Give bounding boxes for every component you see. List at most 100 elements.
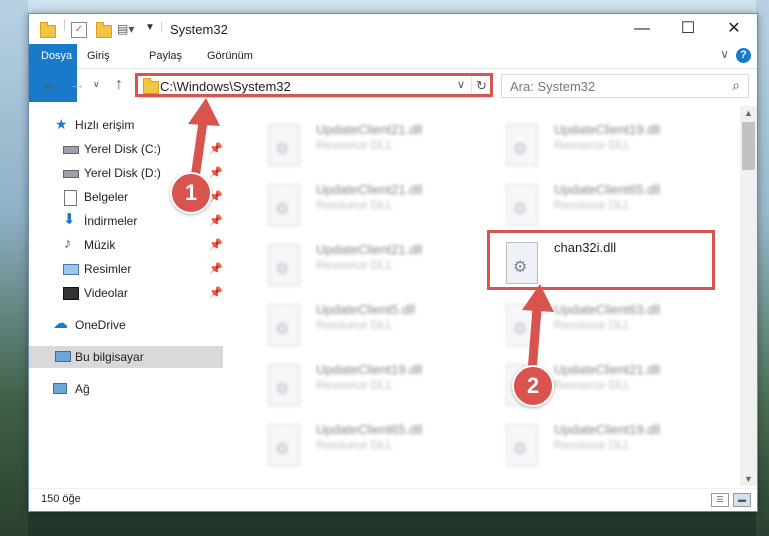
star-icon: ★ [55,116,68,132]
search-icon[interactable]: ⌕ [732,77,740,94]
pin-icon[interactable]: 📌 [209,210,223,232]
back-icon[interactable]: ← [41,76,57,94]
navigation-bar: ← → ∨ ↑ C:\Windows\System32 ∨ ↻ Ara: Sys… [29,69,757,103]
file-name: UpdateClient65.dll [316,422,423,437]
up-icon[interactable]: ↑ [115,76,123,94]
dll-file-icon [268,304,300,346]
desktop-background-left [0,0,28,536]
help-icon[interactable]: ? [736,48,751,63]
close-button[interactable]: ✕ [711,14,757,44]
search-placeholder: Ara: System32 [510,79,596,94]
nav-label: Bu bilgisayar [75,350,144,364]
nav-item-pictures[interactable]: Resimler 📌 [29,258,223,280]
recent-locations-icon[interactable]: ∨ [93,79,100,90]
music-icon: ♪ [64,235,72,252]
new-folder-icon[interactable] [95,21,112,38]
file-description: Resource DLL [316,258,393,272]
scroll-thumb[interactable] [742,122,755,170]
navigation-pane: ★ Hızlı erişim Yerel Disk (C:) 📌 Yerel D… [29,106,225,486]
computer-icon [55,351,71,362]
file-item[interactable]: UpdateClient19.dll Resource DLL [246,356,474,414]
file-item[interactable]: UpdateClient65.dll Resource DLL [484,176,712,234]
nav-label: İndirmeler [84,214,138,228]
tab-home[interactable]: Giriş [77,44,120,68]
file-item[interactable]: UpdateClient21.dll Resource DLL [246,176,474,234]
file-name: UpdateClient19.dll [554,122,661,137]
nav-network[interactable]: Ağ [29,378,223,400]
pin-icon[interactable]: 📌 [209,282,223,304]
dll-file-icon [506,124,538,166]
details-view-icon[interactable]: ☰ [711,493,729,507]
dll-file-icon [268,244,300,286]
pin-icon[interactable]: 📌 [209,138,223,160]
file-highlight [487,230,715,290]
dll-file-icon [268,364,300,406]
file-item[interactable]: UpdateClient5.dll Resource DLL [246,296,474,354]
file-item[interactable]: UpdateClient19.dll Resource DLL [484,416,712,474]
title-bar: | ✓ ▤▾ ▼ | System32 — ☐ ✕ [29,14,757,44]
properties-icon[interactable]: ✓ [71,22,87,38]
nav-label: Müzik [84,238,116,252]
file-name: UpdateClient21.dll [316,242,423,257]
dll-file-icon [268,424,300,466]
nav-onedrive[interactable]: ☁ OneDrive [29,314,223,336]
pictures-icon [63,264,79,275]
nav-item-disk-c[interactable]: Yerel Disk (C:) 📌 [29,138,223,160]
nav-quick-access[interactable]: ★ Hızlı erişim [29,114,223,136]
tab-share[interactable]: Paylaş [139,44,192,68]
pin-icon[interactable]: 📌 [209,234,223,256]
minimize-button[interactable]: — [619,14,665,44]
quick-access-dropdown-icon[interactable]: ▼ [145,22,155,33]
pin-icon[interactable]: 📌 [209,258,223,280]
scroll-down-icon[interactable]: ▼ [744,474,753,484]
file-item[interactable]: UpdateClient63.dll Resource DLL [484,296,712,354]
customize-toolbar-icon[interactable]: ▤▾ [117,22,134,38]
file-description: Resource DLL [316,378,393,392]
file-description: Resource DLL [554,438,631,452]
file-item[interactable]: UpdateClient21.dll Resource DLL [246,236,474,294]
file-item[interactable]: UpdateClient19.dll Resource DLL [484,116,712,174]
folder-icon [39,21,56,38]
nav-item-videos[interactable]: Videolar 📌 [29,282,223,304]
large-icons-view-icon[interactable]: ▬ [733,493,751,507]
nav-label: Videolar [84,286,128,300]
file-name: UpdateClient21.dll [316,182,423,197]
download-icon: ⬇ [63,211,76,228]
documents-icon [64,190,77,206]
nav-label: Ağ [75,382,90,396]
tab-view[interactable]: Görünüm [197,44,263,68]
address-highlight [135,73,493,97]
maximize-button[interactable]: ☐ [665,14,711,44]
file-description: Resource DLL [316,198,393,212]
forward-icon[interactable]: → [69,76,85,94]
drive-icon [63,146,79,154]
nav-label: Yerel Disk (C:) [84,142,161,156]
vertical-scrollbar[interactable]: ▲ ▼ [740,106,757,486]
nav-this-pc[interactable]: Bu bilgisayar [29,346,223,368]
pin-icon[interactable]: 📌 [209,162,223,184]
scroll-up-icon[interactable]: ▲ [744,108,753,118]
file-item[interactable]: UpdateClient21.dll Resource DLL [246,116,474,174]
dll-file-icon [506,184,538,226]
status-bar: 150 öğe ☰ ▬ [29,488,757,511]
item-count: 150 öğe [41,493,81,505]
cloud-icon: ☁ [53,315,68,332]
nav-label: OneDrive [75,318,126,332]
nav-label: Hızlı erişim [75,118,135,132]
network-icon [53,383,67,394]
file-description: Resource DLL [554,378,631,392]
file-description: Resource DLL [554,138,631,152]
step-marker-two: 2 [512,365,554,407]
expand-ribbon-icon[interactable]: ∨ [720,47,729,61]
file-name: UpdateClient65.dll [554,182,661,197]
file-item[interactable]: UpdateClient65.dll Resource DLL [246,416,474,474]
dll-file-icon [268,184,300,226]
file-description: Resource DLL [554,318,631,332]
file-description: Resource DLL [316,438,393,452]
explorer-window: | ✓ ▤▾ ▼ | System32 — ☐ ✕ Dosya Giriş Pa… [28,13,758,512]
videos-icon [63,287,79,300]
ribbon: Dosya Giriş Paylaş Görünüm ∨ ? [29,44,757,102]
nav-item-music[interactable]: ♪ Müzik 📌 [29,234,223,256]
search-box[interactable]: Ara: System32 ⌕ [501,74,749,98]
file-name: UpdateClient19.dll [316,362,423,377]
